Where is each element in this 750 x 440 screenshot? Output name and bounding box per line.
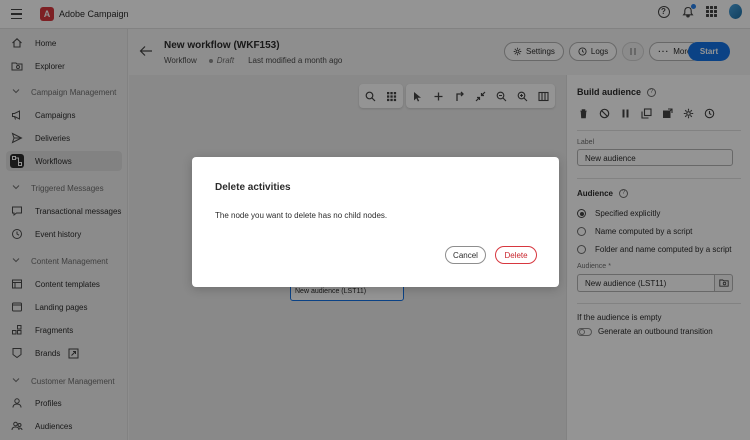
delete-button[interactable]: Delete xyxy=(495,246,537,264)
delete-activities-dialog: Delete activities The node you want to d… xyxy=(192,157,559,287)
dialog-message: The node you want to delete has no child… xyxy=(215,211,388,220)
dialog-title: Delete activities xyxy=(215,182,291,193)
cancel-button[interactable]: Cancel xyxy=(445,246,486,264)
